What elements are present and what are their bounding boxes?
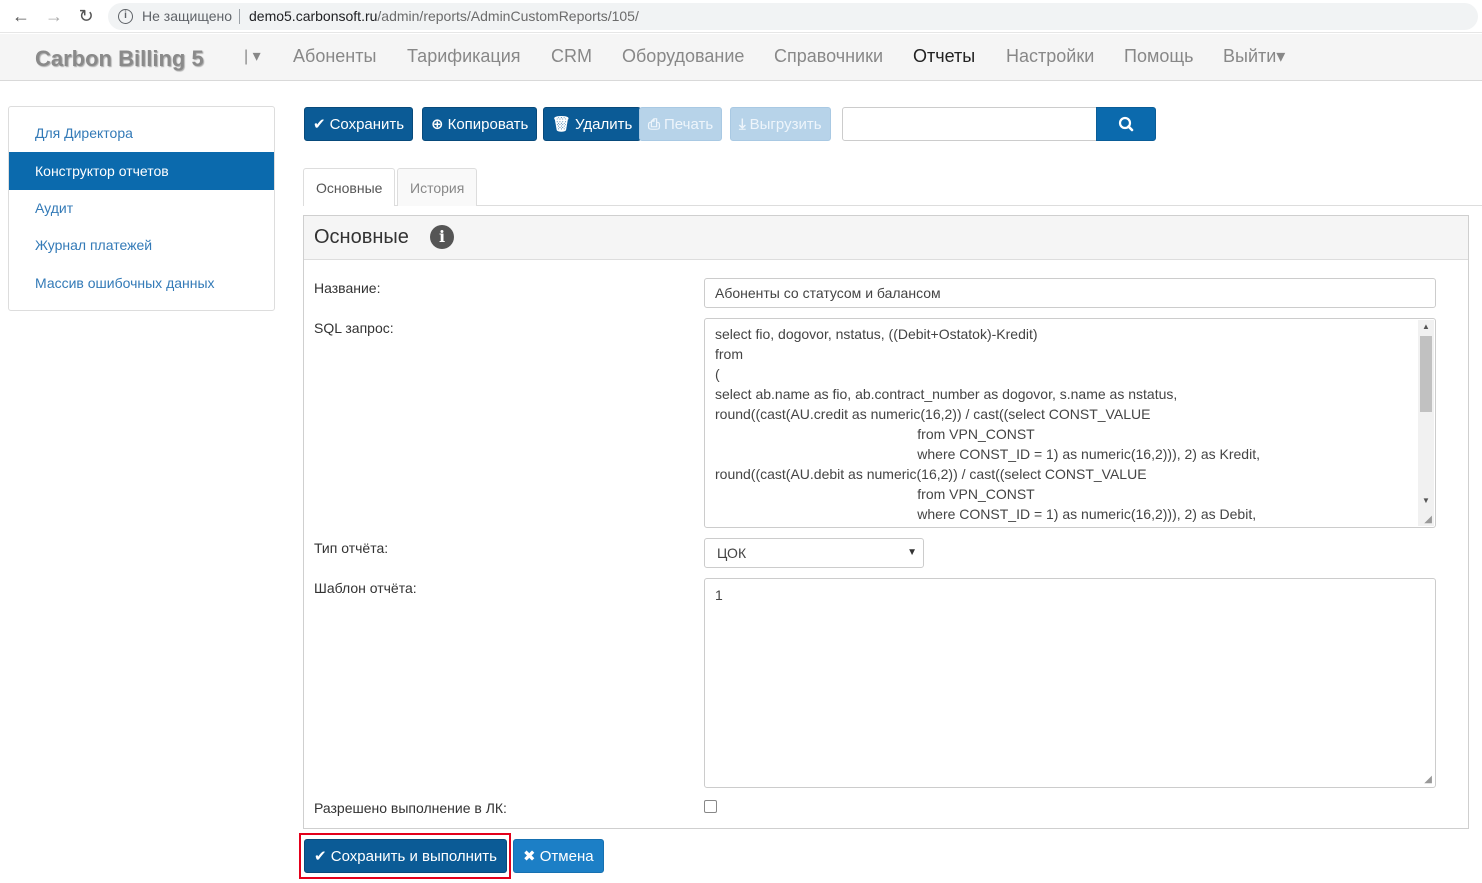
report-type-label: Тип отчёта:	[314, 540, 389, 556]
nav-item-help[interactable]: Помощь	[1124, 46, 1194, 67]
save-button[interactable]: ✔ Сохранить	[304, 107, 414, 141]
template-textarea[interactable]: 1 ◢	[704, 578, 1436, 788]
address-bar[interactable]: i Не защищено demo5.carbonsoft.ru/admin/…	[108, 3, 1478, 30]
copy-button[interactable]: ⊕ Копировать	[422, 107, 538, 141]
nav-item-crm[interactable]: CRM	[551, 46, 592, 67]
plus-circle-icon: ⊕	[431, 116, 444, 133]
save-run-label: Сохранить и выполнить	[330, 848, 497, 865]
sql-line: (	[715, 366, 720, 382]
print-button[interactable]: ⎙ Печать	[639, 107, 723, 141]
brand-dropdown-caret[interactable]: | ▾	[244, 46, 261, 66]
nav-item-logout[interactable]: Выйти▾	[1223, 46, 1285, 67]
delete-label: Удалить	[575, 116, 633, 133]
caret-down-icon: ▼	[907, 547, 917, 558]
sql-line: from VPN_CONST	[715, 486, 1035, 502]
scroll-down-icon[interactable]: ▼	[1422, 496, 1430, 505]
sql-scrollbar[interactable]: ▲ ▼	[1418, 320, 1434, 526]
sidebar-item-report-builder[interactable]: Конструктор отчетов	[9, 152, 274, 190]
tab-history[interactable]: История	[397, 168, 478, 206]
allow-lk-label: Разрешено выполнение в ЛК:	[314, 800, 507, 816]
address-separator	[239, 9, 240, 24]
name-input[interactable]: Абоненты со статусом и балансом	[704, 278, 1436, 308]
sidebar-item-audit[interactable]: Аудит	[9, 189, 274, 227]
search-input[interactable]	[842, 107, 1097, 141]
close-icon: ✖	[523, 848, 540, 865]
panel-title: Основные	[314, 226, 409, 248]
sql-line: select fio, dogovor, nstatus, ((Debit+Os…	[715, 326, 1038, 342]
report-type-select[interactable]: ЦОК ▼	[704, 538, 924, 568]
sql-line: select ab.name as fio, ab.contract_numbe…	[715, 386, 1178, 402]
top-navbar: Carbon Billing 5 | ▾ Абоненты Тарификаци…	[0, 34, 1482, 81]
scroll-up-icon[interactable]: ▲	[1422, 322, 1430, 331]
reload-icon[interactable]: ↻	[75, 5, 97, 27]
url-text: demo5.carbonsoft.ru/admin/reports/AdminC…	[249, 3, 639, 30]
search-button[interactable]	[1096, 107, 1156, 141]
forward-arrow-icon[interactable]: →	[43, 5, 65, 27]
sql-label: SQL запрос:	[314, 320, 394, 336]
panel-header: Основные i	[304, 216, 1468, 260]
nav-item-reports[interactable]: Отчеты	[913, 46, 975, 67]
resize-grip-icon[interactable]: ◢	[1424, 514, 1432, 525]
sql-line: where CONST_ID = 1) as numeric(16,2))), …	[715, 506, 1257, 522]
export-label: Выгрузить	[749, 116, 822, 133]
sql-scroll-thumb[interactable]	[1420, 336, 1432, 412]
report-type-value: ЦОК	[717, 545, 747, 561]
info-icon[interactable]: i	[430, 225, 454, 249]
save-label: Сохранить	[329, 116, 405, 133]
template-label: Шаблон отчёта:	[314, 580, 417, 596]
allow-lk-checkbox[interactable]	[704, 800, 717, 813]
url-host: demo5.carbonsoft.ru	[249, 8, 378, 24]
nav-item-tariffs[interactable]: Тарификация	[407, 46, 521, 67]
cancel-button[interactable]: ✖ Отмена	[513, 839, 604, 873]
template-value: 1	[715, 587, 723, 603]
trash-icon: 🗑	[552, 116, 572, 133]
sidebar-item-director[interactable]: Для Директора	[9, 114, 274, 152]
sql-line: round((cast(AU.debit as numeric(16,2)) /…	[715, 466, 1147, 482]
resize-grip-icon[interactable]: ◢	[1424, 774, 1432, 785]
print-icon: ⎙	[648, 116, 661, 133]
copy-label: Копировать	[447, 116, 529, 133]
export-button[interactable]: ⤓ Выгрузить	[730, 107, 831, 141]
delete-button[interactable]: 🗑 Удалить	[543, 107, 642, 141]
sql-line: from	[715, 346, 743, 362]
browser-toolbar: ← → ↻ i Не защищено demo5.carbonsoft.ru/…	[0, 0, 1482, 33]
sql-line: round((cast(AU.credit as numeric(16,2)) …	[715, 406, 1151, 422]
brand-logo[interactable]: Carbon Billing 5	[35, 46, 204, 72]
tabs-divider	[303, 205, 1482, 206]
print-label: Печать	[664, 116, 714, 133]
save-and-run-button[interactable]: ✔ Сохранить и выполнить	[304, 839, 507, 873]
info-icon[interactable]: i	[118, 9, 133, 24]
search-icon	[1118, 116, 1134, 132]
nav-item-references[interactable]: Справочники	[774, 46, 883, 67]
download-icon: ⤓	[739, 116, 746, 133]
cancel-label: Отмена	[539, 848, 594, 865]
sidebar-item-payment-log[interactable]: Журнал платежей	[9, 226, 274, 264]
back-arrow-icon[interactable]: ←	[10, 5, 32, 27]
sql-textarea[interactable]: select fio, dogovor, nstatus, ((Debit+Os…	[704, 318, 1436, 528]
sql-line: from VPN_CONST	[715, 426, 1035, 442]
insecure-label: Не защищено	[142, 8, 232, 24]
check-icon: ✔	[314, 848, 331, 865]
nav-item-subscribers[interactable]: Абоненты	[293, 46, 376, 67]
name-label: Название:	[314, 280, 381, 296]
nav-item-settings[interactable]: Настройки	[1006, 46, 1094, 67]
sidebar: Для Директора Конструктор отчетов Аудит …	[8, 106, 275, 311]
tab-main[interactable]: Основные	[303, 168, 396, 206]
sql-line: where CONST_ID = 1) as numeric(16,2))), …	[715, 446, 1260, 462]
url-path: /admin/reports/AdminCustomReports/105/	[377, 8, 639, 24]
nav-item-equipment[interactable]: Оборудование	[622, 46, 744, 67]
check-icon: ✔	[313, 116, 326, 133]
sidebar-item-error-data[interactable]: Массив ошибочных данных	[9, 264, 274, 302]
